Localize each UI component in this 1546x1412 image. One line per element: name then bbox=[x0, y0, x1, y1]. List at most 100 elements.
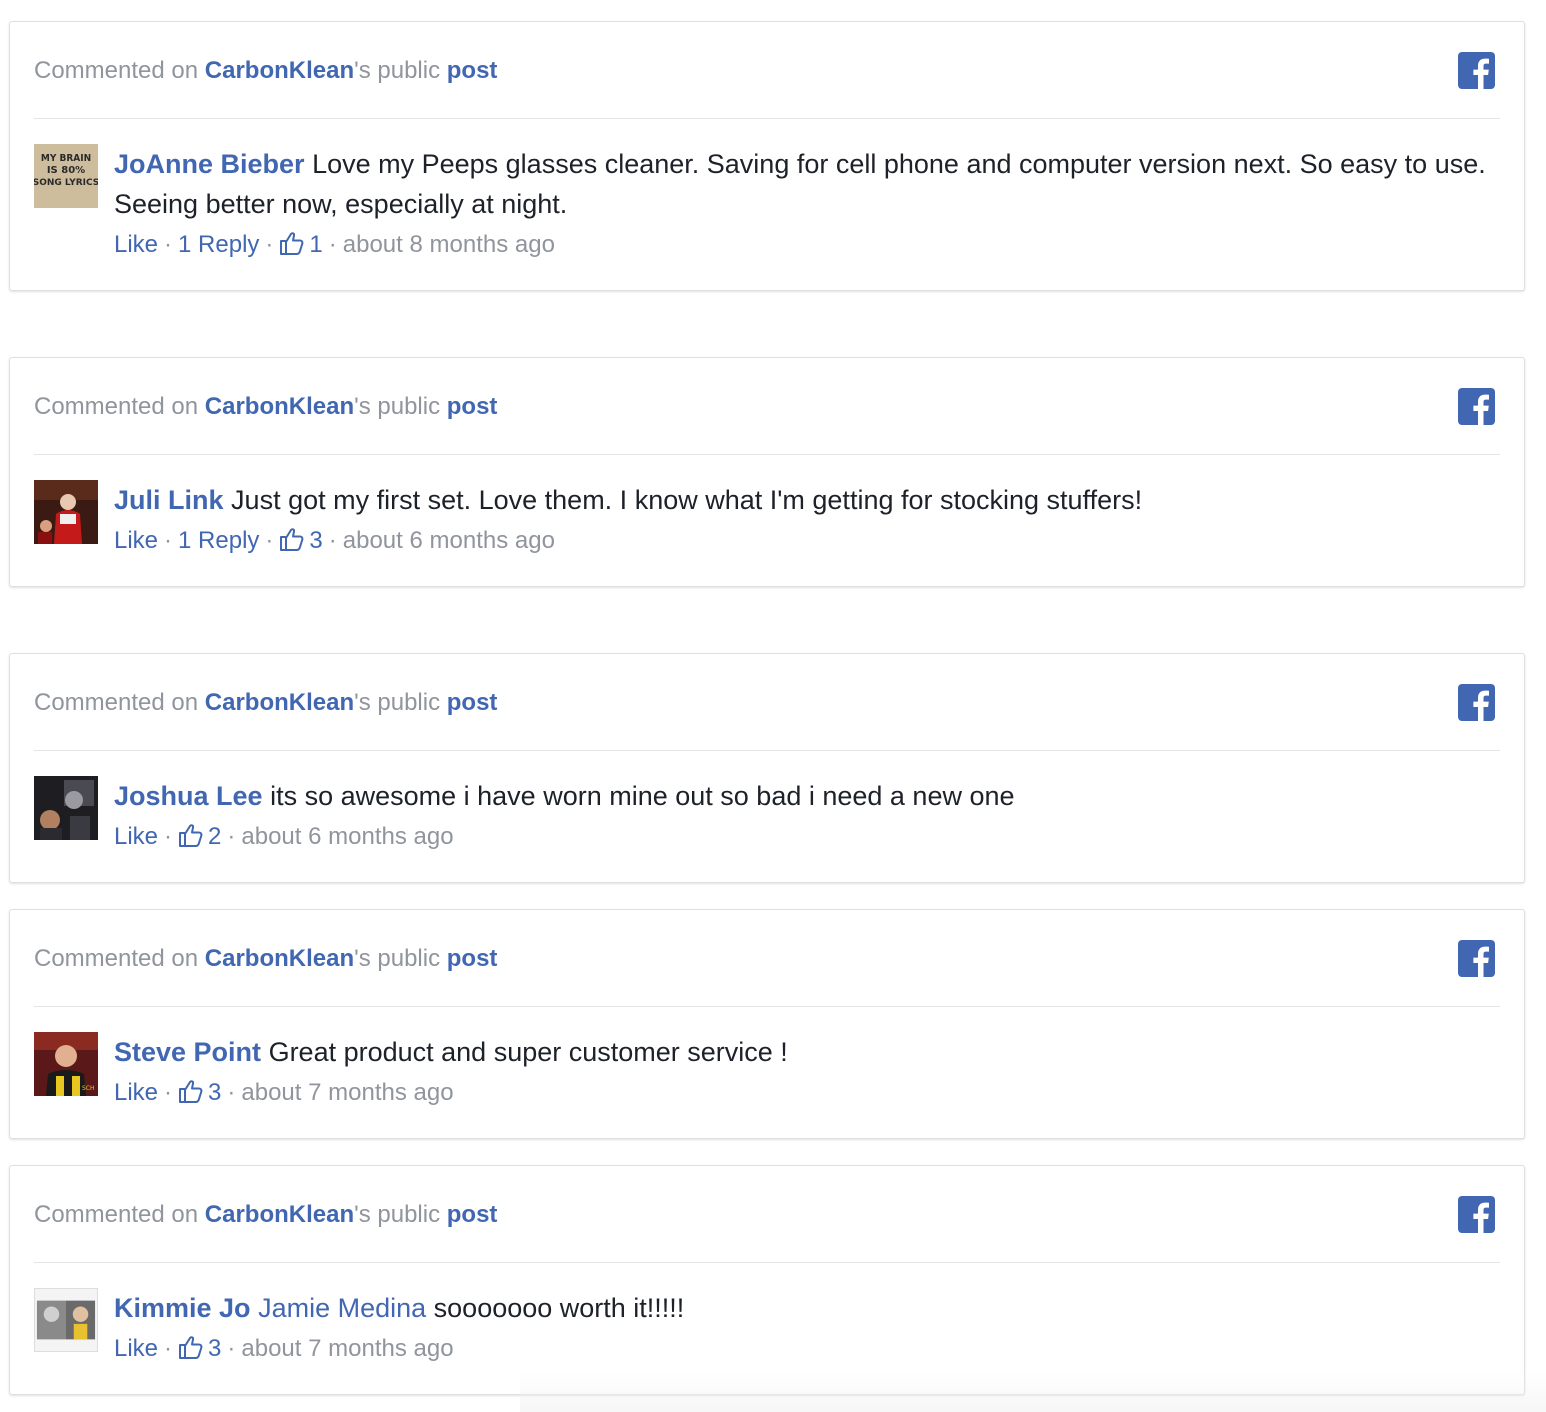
reply-link[interactable]: 1 Reply bbox=[178, 527, 259, 554]
facebook-icon[interactable] bbox=[1458, 388, 1495, 425]
timestamp: about 7 months ago bbox=[241, 1079, 454, 1106]
comment-card: Commented on CarbonKlean's public post J… bbox=[9, 357, 1525, 587]
thumbs-up-icon bbox=[179, 824, 203, 847]
comment-body: Juli Link Just got my first set. Love th… bbox=[114, 480, 1500, 520]
header-suffix: 's public bbox=[354, 57, 441, 84]
avatar[interactable] bbox=[34, 1288, 98, 1352]
card-header: Commented on CarbonKlean's public post bbox=[34, 944, 497, 974]
avatar-text-line: IS 80% bbox=[47, 165, 85, 176]
like-count-value: 2 bbox=[208, 823, 222, 850]
comment-body: Joshua Lee its so awesome i have worn mi… bbox=[114, 776, 1500, 816]
card-header: Commented on CarbonKlean's public post bbox=[34, 688, 497, 718]
avatar[interactable] bbox=[34, 480, 98, 544]
page-link[interactable]: CarbonKlean bbox=[205, 945, 354, 972]
facebook-icon[interactable] bbox=[1458, 684, 1495, 721]
reply-link[interactable]: 1 Reply bbox=[178, 231, 259, 258]
divider bbox=[34, 750, 1500, 751]
page-link[interactable]: CarbonKlean bbox=[205, 689, 354, 716]
comment-author[interactable]: Steve Point bbox=[114, 1037, 261, 1067]
header-prefix: Commented on bbox=[34, 945, 199, 972]
comment-actions: Like · 3 · about 7 months ago bbox=[114, 1079, 454, 1106]
card-header: Commented on CarbonKlean's public post bbox=[34, 1200, 497, 1230]
header-prefix: Commented on bbox=[34, 1201, 199, 1228]
like-count-value: 1 bbox=[309, 231, 323, 258]
like-button[interactable]: Like bbox=[114, 1335, 158, 1362]
comment-actions: Like · 1 Reply · 3 · about 6 months ago bbox=[114, 527, 555, 554]
mentioned-user[interactable]: Jamie Medina bbox=[258, 1293, 426, 1323]
comment: Kimmie Jo Jamie Medina sooooooo worth it… bbox=[34, 1288, 1500, 1364]
comment-author[interactable]: Joshua Lee bbox=[114, 781, 263, 811]
card-header: Commented on CarbonKlean's public post bbox=[34, 392, 497, 422]
comment: SCH Steve Point Great product and super … bbox=[34, 1032, 1500, 1108]
comment-text: Love my Peeps glasses cleaner. Saving fo… bbox=[114, 149, 1486, 219]
avatar[interactable] bbox=[34, 776, 98, 840]
post-link[interactable]: post bbox=[447, 945, 498, 972]
facebook-icon[interactable] bbox=[1458, 1196, 1495, 1233]
like-count[interactable]: 3 bbox=[178, 1079, 221, 1106]
comment: MY BRAIN IS 80% SONG LYRICS JoAnne Biebe… bbox=[34, 144, 1500, 260]
timestamp: about 7 months ago bbox=[241, 1335, 454, 1362]
like-count[interactable]: 1 bbox=[279, 231, 323, 258]
header-suffix: 's public bbox=[354, 945, 441, 972]
comment-text: its so awesome i have worn mine out so b… bbox=[270, 781, 1015, 811]
thumbs-up-icon bbox=[280, 232, 304, 255]
header-suffix: 's public bbox=[354, 393, 441, 420]
like-count-value: 3 bbox=[309, 527, 323, 554]
like-button[interactable]: Like bbox=[114, 823, 158, 850]
header-prefix: Commented on bbox=[34, 393, 199, 420]
header-suffix: 's public bbox=[354, 1201, 441, 1228]
like-count-value: 3 bbox=[208, 1335, 222, 1362]
comment-author[interactable]: Juli Link bbox=[114, 485, 224, 515]
avatar-text-line: SONG LYRICS bbox=[34, 178, 98, 188]
header-prefix: Commented on bbox=[34, 689, 199, 716]
avatar[interactable]: SCH bbox=[34, 1032, 98, 1096]
comment-card: Commented on CarbonKlean's public post K… bbox=[9, 1165, 1525, 1395]
like-count-value: 3 bbox=[208, 1079, 222, 1106]
facebook-icon[interactable] bbox=[1458, 940, 1495, 977]
like-count[interactable]: 3 bbox=[279, 527, 323, 554]
comment-card: Commented on CarbonKlean's public post J… bbox=[9, 653, 1525, 883]
comment-text: Just got my first set. Love them. I know… bbox=[231, 485, 1143, 515]
page-link[interactable]: CarbonKlean bbox=[205, 57, 354, 84]
comment: Juli Link Just got my first set. Love th… bbox=[34, 480, 1500, 556]
timestamp: about 8 months ago bbox=[342, 231, 555, 258]
comment: Joshua Lee its so awesome i have worn mi… bbox=[34, 776, 1500, 852]
divider bbox=[34, 1262, 1500, 1263]
thumbs-up-icon bbox=[280, 528, 304, 551]
timestamp: about 6 months ago bbox=[241, 823, 454, 850]
post-link[interactable]: post bbox=[447, 1201, 498, 1228]
post-link[interactable]: post bbox=[447, 57, 498, 84]
page-link[interactable]: CarbonKlean bbox=[205, 1201, 354, 1228]
comment-body: Steve Point Great product and super cust… bbox=[114, 1032, 1500, 1072]
header-suffix: 's public bbox=[354, 689, 441, 716]
avatar-text-line: MY BRAIN bbox=[41, 153, 91, 164]
comment-author[interactable]: JoAnne Bieber bbox=[114, 149, 305, 179]
comment-author[interactable]: Kimmie Jo bbox=[114, 1293, 251, 1323]
divider bbox=[34, 1006, 1500, 1007]
like-button[interactable]: Like bbox=[114, 1079, 158, 1106]
comment-text: Great product and super customer service… bbox=[268, 1037, 788, 1067]
divider bbox=[34, 118, 1500, 119]
comment-actions: Like · 2 · about 6 months ago bbox=[114, 823, 454, 850]
header-prefix: Commented on bbox=[34, 57, 199, 84]
timestamp: about 6 months ago bbox=[342, 527, 555, 554]
thumbs-up-icon bbox=[179, 1080, 203, 1103]
facebook-icon[interactable] bbox=[1458, 52, 1495, 89]
avatar[interactable]: MY BRAIN IS 80% SONG LYRICS bbox=[34, 144, 98, 208]
like-count[interactable]: 3 bbox=[178, 1335, 221, 1362]
card-header: Commented on CarbonKlean's public post bbox=[34, 56, 497, 86]
comment-body: Kimmie Jo Jamie Medina sooooooo worth it… bbox=[114, 1288, 1500, 1328]
thumbs-up-icon bbox=[179, 1336, 203, 1359]
like-count[interactable]: 2 bbox=[178, 823, 221, 850]
divider bbox=[34, 454, 1500, 455]
like-button[interactable]: Like bbox=[114, 231, 158, 258]
comment-text: sooooooo worth it!!!!! bbox=[433, 1293, 685, 1323]
comment-card: Commented on CarbonKlean's public post S… bbox=[9, 909, 1525, 1139]
comment-body: JoAnne Bieber Love my Peeps glasses clea… bbox=[114, 144, 1500, 224]
comment-card: Commented on CarbonKlean's public post M… bbox=[9, 21, 1525, 291]
post-link[interactable]: post bbox=[447, 393, 498, 420]
like-button[interactable]: Like bbox=[114, 527, 158, 554]
post-link[interactable]: post bbox=[447, 689, 498, 716]
page-link[interactable]: CarbonKlean bbox=[205, 393, 354, 420]
comment-actions: Like · 1 Reply · 1 · about 8 months ago bbox=[114, 231, 555, 258]
